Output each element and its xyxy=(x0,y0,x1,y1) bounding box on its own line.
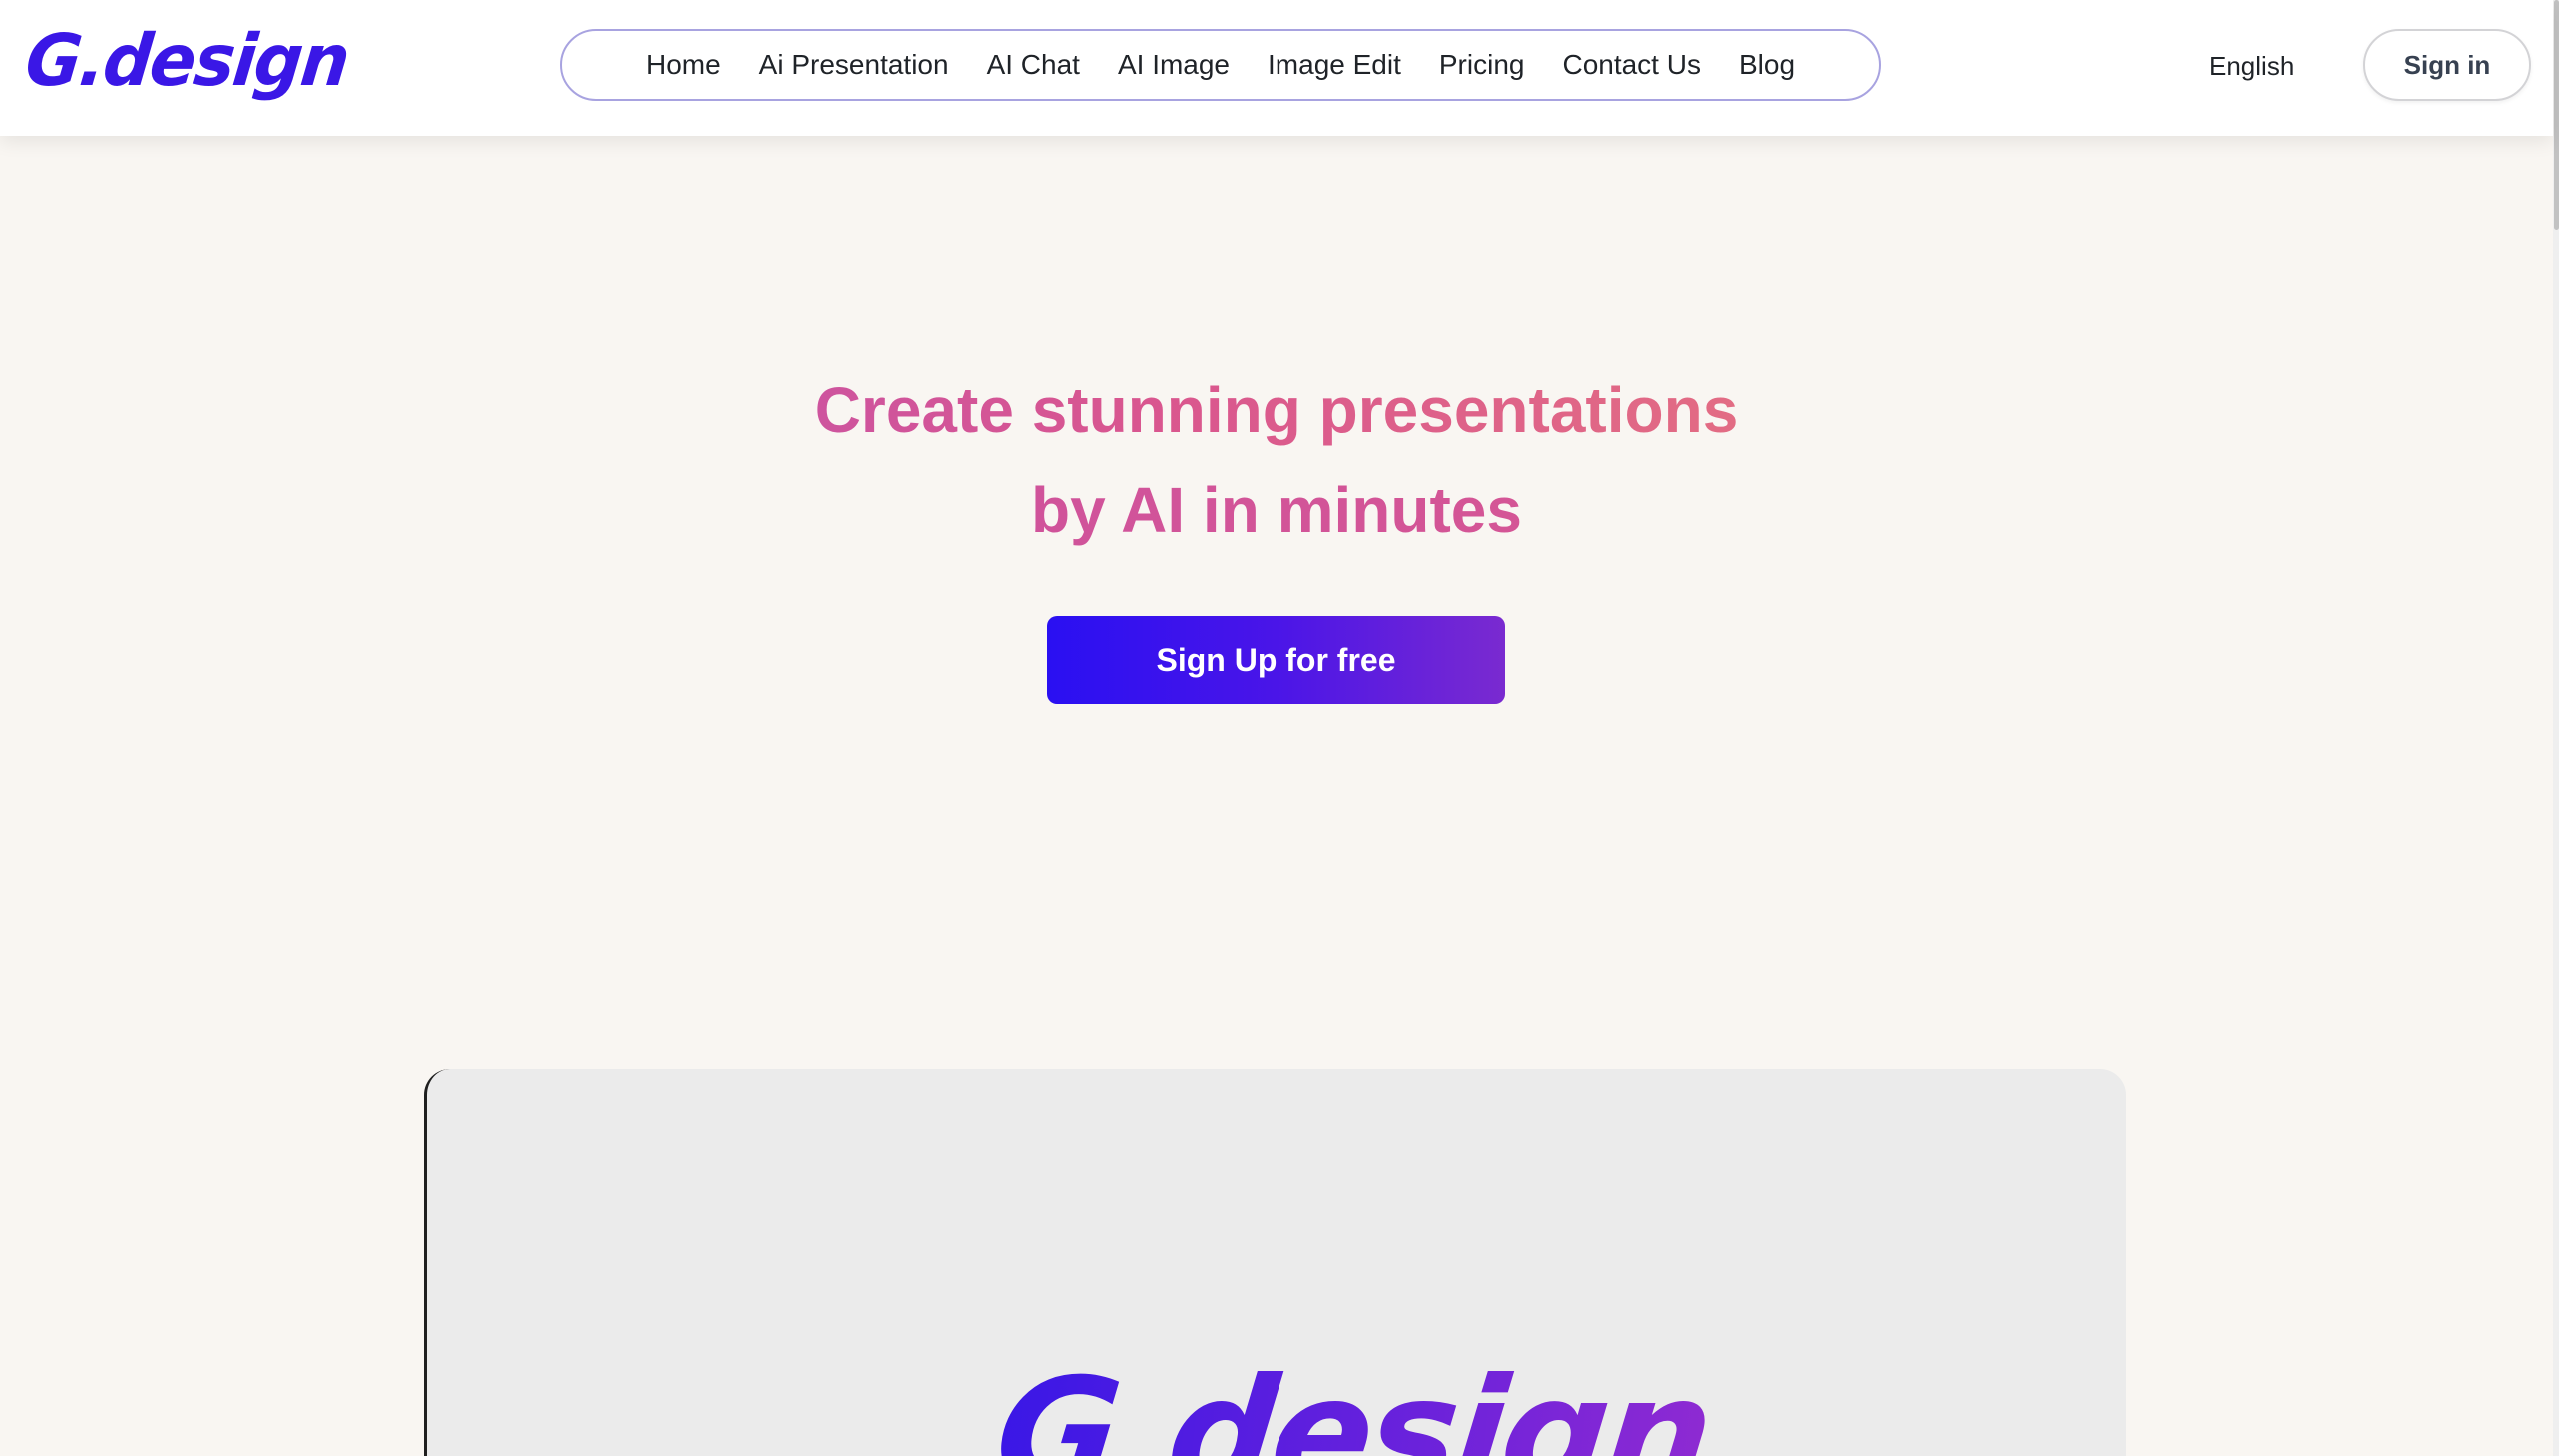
language-selector[interactable]: English xyxy=(2209,46,2294,86)
scrollbar-thumb[interactable] xyxy=(2554,0,2559,230)
sign-up-free-button[interactable]: Sign Up for free xyxy=(1047,616,1505,704)
top-navbar: G.design Home Ai Presentation AI Chat AI… xyxy=(0,0,2553,136)
hero-headline-line2: by AI in minutes xyxy=(0,460,2553,560)
presentation-preview: G.design xyxy=(424,1069,2126,1456)
hero-headline-line1: Create stunning presentations xyxy=(0,360,2553,460)
nav-item-ai-presentation[interactable]: Ai Presentation xyxy=(740,29,968,101)
nav-item-pricing[interactable]: Pricing xyxy=(1420,29,1544,101)
preview-brand-logo: G.design xyxy=(988,1347,1717,1456)
main-nav: Home Ai Presentation AI Chat AI Image Im… xyxy=(560,29,1881,101)
nav-item-home[interactable]: Home xyxy=(627,29,740,101)
hero-section: Create stunning presentations by AI in m… xyxy=(0,360,2553,560)
sign-in-button[interactable]: Sign in xyxy=(2363,29,2531,101)
nav-item-contact-us[interactable]: Contact Us xyxy=(1543,29,1720,101)
nav-item-ai-chat[interactable]: AI Chat xyxy=(968,29,1099,101)
nav-item-ai-image[interactable]: AI Image xyxy=(1099,29,1249,101)
hero-headline: Create stunning presentations by AI in m… xyxy=(0,360,2553,560)
page: G.design Home Ai Presentation AI Chat AI… xyxy=(0,0,2559,1456)
nav-item-blog[interactable]: Blog xyxy=(1720,29,1814,101)
nav-item-image-edit[interactable]: Image Edit xyxy=(1249,29,1420,101)
brand-logo[interactable]: G.design xyxy=(22,20,352,104)
